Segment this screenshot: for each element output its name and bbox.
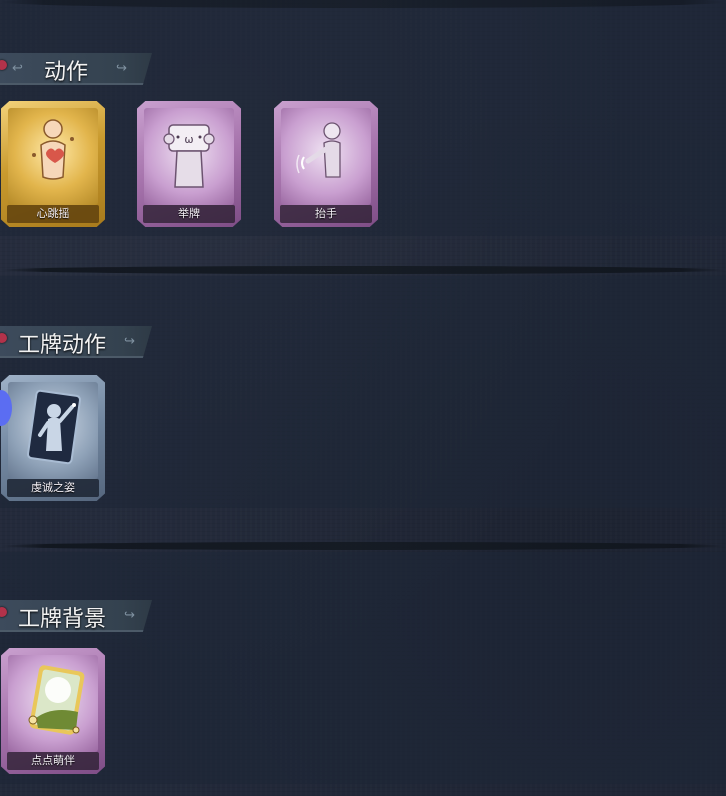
section-badge-backgrounds: 工牌背景 ↪ 点点萌伴 <box>0 552 726 784</box>
devout-pose-icon <box>26 389 82 465</box>
curl-ornament-icon: ↩ <box>12 61 23 76</box>
section-title: 工牌背景 <box>18 607 107 632</box>
section-header: 工牌动作 ↪ <box>0 326 152 358</box>
curl-ornament-icon: ↪ <box>124 334 135 349</box>
badge-background-icon <box>28 665 85 735</box>
item-label: 点点萌伴 <box>31 754 75 767</box>
section-divider <box>0 542 726 550</box>
heart-sway-icon <box>32 119 74 180</box>
section-divider <box>0 266 726 274</box>
item-card[interactable]: 虔诚之姿 <box>1 375 105 501</box>
item-card[interactable]: 心跳摇 <box>1 101 105 227</box>
pin-icon <box>0 333 7 343</box>
item-label: 抬手 <box>315 207 337 220</box>
pin-icon <box>0 60 7 70</box>
section-emotes: ↩ 动作 ↪ 心跳摇 ω 举牌 抬手 <box>0 0 726 236</box>
section-badge-emotes: 工牌动作 ↪ 虔诚之姿 <box>0 276 726 508</box>
item-label: 举牌 <box>178 207 200 220</box>
item-label: 虔诚之姿 <box>31 481 75 494</box>
item-card[interactable]: 抬手 <box>274 101 378 227</box>
section-title: 工牌动作 <box>18 333 107 358</box>
curl-ornament-icon: ↪ <box>116 61 127 76</box>
svg-text:ω: ω <box>184 133 193 146</box>
raise-hand-icon <box>296 122 341 178</box>
item-card[interactable]: 点点萌伴 <box>1 648 105 774</box>
item-card[interactable]: ω 举牌 <box>137 101 241 227</box>
curl-ornament-icon: ↪ <box>124 608 135 623</box>
section-header: ↩ 动作 ↪ <box>0 53 152 85</box>
pin-icon <box>0 607 7 617</box>
hold-sign-icon: ω <box>163 124 215 188</box>
section-header: 工牌背景 ↪ <box>0 600 152 632</box>
section-divider <box>0 0 726 8</box>
item-label: 心跳摇 <box>36 207 70 220</box>
section-title: 动作 <box>44 60 89 85</box>
